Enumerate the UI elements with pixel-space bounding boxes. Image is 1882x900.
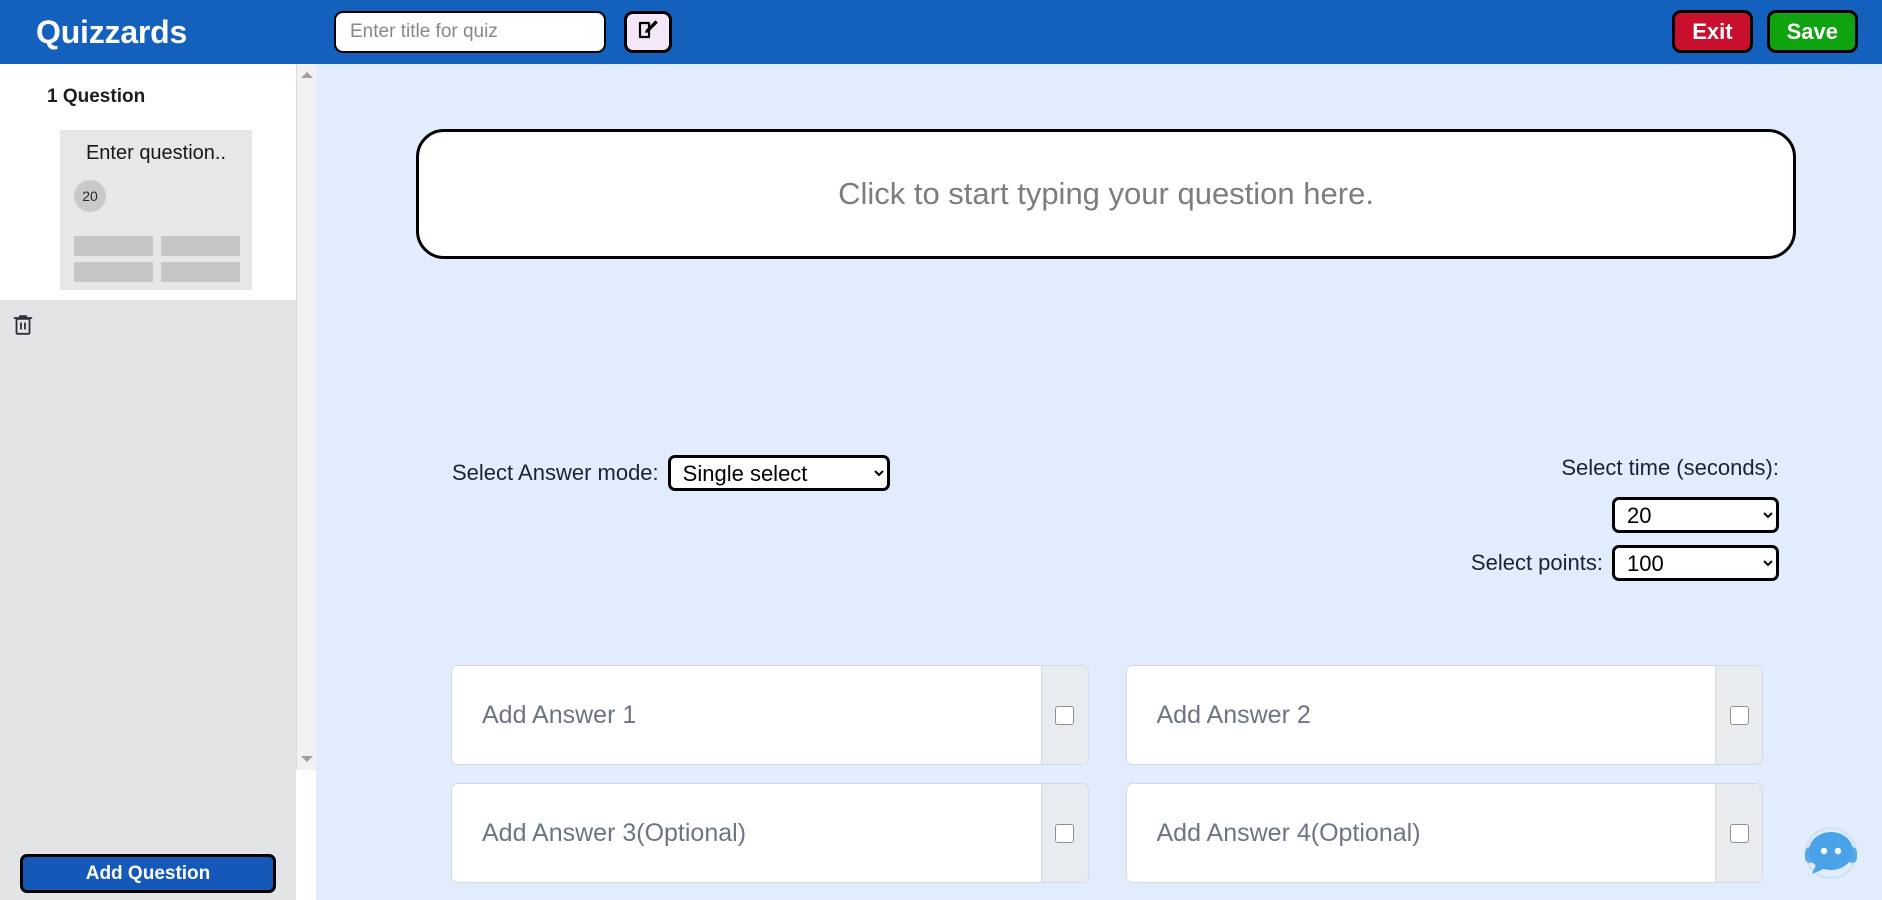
exit-button[interactable]: Exit — [1672, 10, 1753, 53]
question-thumbnail-title: Enter question.. — [85, 142, 227, 164]
answer-mode-label: Select Answer mode: — [452, 460, 659, 485]
answer-mode-control: Select Answer mode: Single select — [452, 455, 890, 491]
chat-support-bubble-icon — [1799, 827, 1863, 890]
answer-2-correct-cell — [1715, 666, 1762, 764]
questions-list-panel: 1 Question Enter question.. 20 — [0, 64, 296, 335]
app-brand-logo: Quizzards — [36, 13, 188, 50]
scroll-up-button[interactable] — [297, 66, 317, 84]
answer-3-correct-cell — [1040, 784, 1088, 882]
answer-1-correct-cell — [1040, 666, 1088, 764]
question-text-box[interactable]: Click to start typing your question here… — [416, 129, 1796, 259]
delete-question-button[interactable] — [8, 312, 38, 342]
answer-2-correct-checkbox[interactable] — [1729, 705, 1749, 725]
caret-up-icon — [301, 72, 313, 78]
select-time-label: Select time (seconds): — [1561, 455, 1779, 480]
answer-placeholder-bar — [74, 262, 153, 282]
question-answer-placeholders — [74, 236, 240, 282]
select-points-label: Select points: — [1470, 550, 1603, 575]
answer-option-4 — [1125, 783, 1763, 883]
quiz-editor-app: Quizzards Exit Save 1 Question Enter que… — [0, 0, 1882, 900]
sidebar-scrollbar[interactable] — [296, 64, 316, 770]
trash-icon — [12, 313, 34, 342]
answer-option-2 — [1125, 665, 1763, 765]
answer-placeholder-bar — [161, 262, 240, 282]
answer-4-correct-cell — [1715, 784, 1762, 882]
answers-grid — [451, 665, 1763, 883]
questions-sidebar: 1 Question Enter question.. 20 Add Quest… — [0, 64, 296, 900]
add-question-button[interactable]: Add Question — [20, 854, 276, 893]
chat-support-button[interactable] — [1799, 822, 1863, 886]
edit-pencil-square-icon — [636, 18, 660, 47]
answer-option-1 — [451, 665, 1089, 765]
question-time-badge: 20 — [74, 180, 106, 212]
question-count-label: 1 Question — [47, 86, 146, 107]
question-thumbnail-card[interactable]: Enter question.. 20 — [60, 130, 252, 290]
question-placeholder-text: Click to start typing your question here… — [838, 176, 1374, 211]
app-header: Quizzards Exit Save — [0, 0, 1882, 64]
select-points-control: Select points: 100 — [1471, 545, 1779, 581]
answer-3-input[interactable] — [452, 784, 1041, 882]
answer-4-input[interactable] — [1126, 784, 1715, 882]
save-button[interactable]: Save — [1766, 10, 1858, 53]
answer-3-correct-checkbox[interactable] — [1055, 823, 1074, 843]
answer-1-correct-checkbox[interactable] — [1055, 705, 1074, 725]
answer-1-input[interactable] — [452, 666, 1041, 764]
select-time-control: 20 — [1612, 497, 1779, 533]
answer-placeholder-bar — [74, 236, 153, 256]
answer-placeholder-bar — [161, 236, 240, 256]
edit-title-button[interactable] — [624, 11, 672, 53]
quiz-title-input[interactable] — [334, 11, 606, 53]
header-actions: Exit Save — [1672, 10, 1858, 53]
answer-2-input[interactable] — [1126, 666, 1715, 764]
answer-4-correct-checkbox[interactable] — [1729, 823, 1749, 843]
points-select[interactable]: 100 — [1612, 545, 1779, 581]
scroll-down-button[interactable] — [297, 750, 317, 768]
question-editor-main: Click to start typing your question here… — [316, 64, 1882, 900]
time-select[interactable]: 20 — [1612, 497, 1779, 533]
caret-down-icon — [301, 756, 313, 762]
answer-mode-select[interactable]: Single select — [667, 455, 890, 491]
answer-option-3 — [451, 783, 1089, 883]
